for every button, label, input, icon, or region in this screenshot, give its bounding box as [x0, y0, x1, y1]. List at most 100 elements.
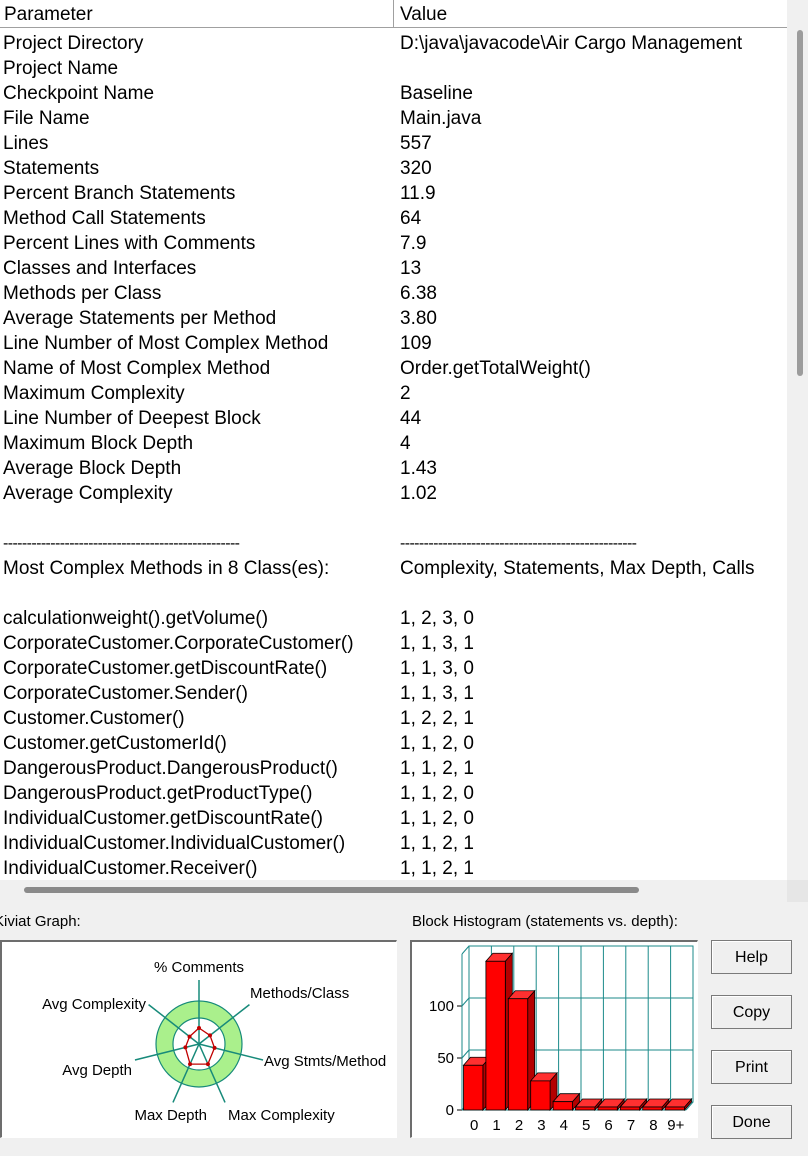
help-button[interactable]: Help — [711, 940, 792, 974]
histogram-bar — [463, 1064, 484, 1111]
value-cell: 1, 1, 2, 1 — [400, 833, 474, 854]
parameter-cell: Average Block Depth — [3, 458, 182, 479]
value-cell: 1.02 — [400, 483, 437, 504]
histogram-bar — [619, 1106, 641, 1111]
histogram-bar — [575, 1106, 596, 1111]
kiviat-axis-label: Avg Complexity — [42, 996, 146, 1013]
parameter-cell: Line Number of Most Complex Method — [3, 333, 329, 354]
value-cell: 1, 1, 3, 1 — [400, 633, 474, 654]
parameter-cell: DangerousProduct.getProductType() — [3, 783, 313, 804]
kiviat-metric-point — [197, 1026, 201, 1030]
histogram-bar — [530, 1080, 551, 1111]
parameter-cell: CorporateCustomer.Sender() — [3, 683, 248, 704]
histogram-x-tick-label: 7 — [627, 1117, 635, 1134]
histogram-bar — [597, 1106, 618, 1111]
histogram-caption: Block Histogram (statements vs. depth): — [412, 913, 678, 930]
parameter-cell: Maximum Block Depth — [3, 433, 194, 454]
parameter-cell: IndividualCustomer.IndividualCustomer() — [3, 833, 346, 854]
column-header-parameter[interactable]: Parameter — [0, 0, 394, 28]
kiviat-axis-label: Max Depth — [134, 1107, 207, 1124]
kiviat-axis-label: Avg Stmts/Method — [264, 1053, 386, 1070]
print-button[interactable]: Print — [711, 1050, 792, 1084]
parameter-cell: Lines — [3, 133, 49, 154]
parameter-cell: Method Call Statements — [3, 208, 206, 229]
metrics-table[interactable]: Project Directory D:\java\javacode\Air Ca… — [0, 0, 787, 880]
value-cell: 13 — [400, 258, 422, 279]
parameter-cell: Classes and Interfaces — [3, 258, 197, 279]
value-cell: 11.9 — [400, 183, 436, 204]
value-cell: 64 — [400, 208, 422, 229]
parameter-cell: Line Number of Deepest Block — [3, 408, 261, 429]
value-cell: Complexity, Statements, Max Depth, Calls — [400, 558, 755, 579]
histogram-gridline — [461, 1049, 470, 1059]
value-cell: 557 — [400, 133, 432, 154]
kiviat-caption: Kiviat Graph: — [0, 913, 81, 930]
parameter-cell: IndividualCustomer.getDiscountRate() — [3, 808, 323, 829]
parameter-cell: Percent Branch Statements — [3, 183, 236, 204]
histogram-x-tick-label: 8 — [649, 1117, 657, 1134]
copy-button[interactable]: Copy — [711, 995, 792, 1029]
histogram-bar — [552, 1101, 573, 1111]
histogram-gridline — [461, 997, 470, 1007]
kiviat-metric-point — [208, 1033, 213, 1038]
value-cell: Order.getTotalWeight() — [400, 358, 591, 379]
histogram-x-tick-label: 5 — [582, 1117, 590, 1134]
parameter-cell: IndividualCustomer.Receiver() — [3, 858, 258, 879]
histogram-y-tick-label: 100 — [429, 998, 454, 1015]
parameter-cell: Maximum Complexity — [3, 383, 185, 404]
value-cell: Baseline — [400, 83, 473, 104]
value-cell: 6.38 — [400, 283, 437, 304]
parameter-cell: Percent Lines with Comments — [3, 233, 256, 254]
value-cell: 2 — [400, 383, 411, 404]
block-histogram-chart: 0501000 1 2 3 4 5 6 7 8 9+ — [429, 945, 694, 1134]
value-cell: 7.9 — [400, 233, 427, 254]
histogram-bar — [485, 960, 506, 1111]
parameter-cell: Project Directory — [3, 33, 144, 54]
histogram-axis-line — [461, 945, 470, 955]
kiviat-metric-point — [188, 1062, 193, 1067]
value-cell: 1, 1, 2, 1 — [400, 858, 474, 879]
value-cell: Main.java — [400, 108, 482, 129]
value-cell: 1, 1, 2, 1 — [400, 758, 474, 779]
parameter-cell: Checkpoint Name — [3, 83, 155, 104]
value-cell: 1, 1, 2, 0 — [400, 733, 474, 754]
kiviat-metric-point — [205, 1062, 210, 1067]
value-cell: 109 — [400, 333, 432, 354]
histogram-y-tick-label: 50 — [437, 1050, 454, 1067]
parameter-cell: Average Complexity — [3, 483, 173, 504]
done-button[interactable]: Done — [711, 1105, 792, 1139]
value-cell: D:\java\javacode\Air Cargo Management — [400, 33, 743, 54]
histogram-y-tick-label: 0 — [446, 1102, 454, 1119]
parameter-cell: Statements — [3, 158, 100, 179]
histogram-x-tick-label: 0 — [470, 1117, 478, 1134]
value-cell: 1, 2, 2, 1 — [400, 708, 474, 729]
vertical-scrollbar-thumb[interactable] — [797, 30, 803, 376]
kiviat-graph-panel: % Comments Methods/Class Avg Stmts/Method M… — [0, 940, 397, 1138]
parameter-cell: CorporateCustomer.CorporateCustomer() — [3, 633, 354, 654]
value-cell: 44 — [400, 408, 422, 429]
histogram-x-tick-label: 3 — [537, 1117, 545, 1134]
histogram-bar — [642, 1106, 663, 1111]
histogram-x-tick-label: 6 — [604, 1117, 612, 1134]
value-cell: 1.43 — [400, 458, 437, 479]
parameter-cell: Methods per Class — [3, 283, 162, 304]
column-header-value[interactable]: Value — [394, 0, 787, 28]
parameter-cell: Customer.Customer() — [3, 708, 185, 729]
parameter-cell: Name of Most Complex Method — [3, 358, 271, 379]
value-cell: 1, 1, 3, 0 — [400, 658, 474, 679]
histogram-x-tick-label: 2 — [515, 1117, 523, 1134]
parameter-cell: ----------------------------------------… — [3, 535, 240, 552]
kiviat-metric-point — [187, 1034, 192, 1039]
kiviat-axis-label: Max Complexity — [228, 1107, 335, 1124]
parameter-cell: DangerousProduct.DangerousProduct() — [3, 758, 338, 779]
value-cell: 1, 1, 2, 0 — [400, 808, 474, 829]
histogram-x-tick-label: 1 — [492, 1117, 500, 1134]
kiviat-graph: % Comments Methods/Class Avg Stmts/Method M… — [42, 959, 386, 1124]
horizontal-scrollbar-thumb[interactable] — [24, 887, 639, 893]
kiviat-axis-label: Methods/Class — [250, 985, 349, 1002]
parameter-cell: Average Statements per Method — [3, 308, 277, 329]
kiviat-axis-label: % Comments — [154, 959, 244, 976]
block-histogram-panel: 0 50 100 0 1 2 3 4 5 6 7 8 9+ — [410, 940, 698, 1138]
histogram-x-tick-label: 9+ — [667, 1117, 684, 1134]
parameter-cell: calculationweight().getVolume() — [3, 608, 269, 629]
